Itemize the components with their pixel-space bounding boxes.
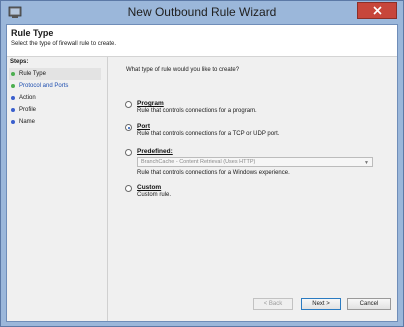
predefined-radio[interactable] [125, 149, 132, 156]
step-status-dot-icon [11, 72, 15, 76]
predefined-rule-select[interactable]: BranchCache - Content Retrieval (Uses HT… [137, 157, 373, 167]
wizard-footer: < Back Next > Cancel [107, 293, 397, 321]
step-rule-type[interactable]: Rule Type [9, 68, 101, 80]
program-description: Rule that controls connections for a pro… [137, 108, 257, 114]
back-button[interactable]: < Back [253, 298, 293, 310]
port-description: Rule that controls connections for a TCP… [137, 131, 280, 137]
page-description: Select the type of firewall rule to crea… [11, 41, 117, 47]
title-bar[interactable]: New Outbound Rule Wizard [1, 1, 403, 25]
step-name[interactable]: Name [9, 116, 101, 128]
step-status-dot-icon [11, 108, 15, 112]
wizard-window: New Outbound Rule Wizard Rule Type Selec… [0, 0, 404, 327]
close-button[interactable] [357, 2, 397, 19]
step-label: Rule Type [19, 71, 46, 77]
step-protocol-and-ports[interactable]: Protocol and Ports [9, 80, 101, 92]
predefined-label[interactable]: Predefined: [137, 148, 173, 155]
rule-type-panel: What type of rule would you like to crea… [107, 57, 397, 321]
step-label: Action [19, 95, 36, 101]
step-status-dot-icon [11, 120, 15, 124]
window-title: New Outbound Rule Wizard [127, 5, 277, 19]
chevron-down-icon: ▼ [364, 160, 369, 166]
custom-description: Custom rule. [137, 192, 172, 198]
step-action[interactable]: Action [9, 92, 101, 104]
step-status-dot-icon [11, 84, 15, 88]
next-button[interactable]: Next > [301, 298, 341, 310]
cancel-button[interactable]: Cancel [347, 298, 391, 310]
step-status-dot-icon [11, 96, 15, 100]
custom-label[interactable]: Custom [137, 184, 161, 191]
steps-label: Steps: [10, 59, 29, 65]
wizard-client-area: Rule Type Select the type of firewall ru… [6, 24, 398, 322]
step-label: Protocol and Ports [19, 83, 69, 89]
step-label: Name [19, 119, 36, 125]
close-icon [372, 6, 382, 15]
steps-panel: Steps: Rule Type Protocol and Ports Acti… [7, 57, 106, 321]
program-radio[interactable] [125, 101, 132, 108]
rule-type-question: What type of rule would you like to crea… [126, 67, 240, 73]
step-label: Profile [19, 107, 37, 113]
step-profile[interactable]: Profile [9, 104, 101, 116]
custom-radio[interactable] [125, 185, 132, 192]
predefined-select-value: BranchCache - Content Retrieval (Uses HT… [141, 159, 256, 165]
page-title: Rule Type [11, 28, 54, 38]
predefined-description: Rule that controls connections for a Win… [137, 170, 290, 176]
wizard-header: Rule Type Select the type of firewall ru… [7, 25, 397, 57]
port-label[interactable]: Port [137, 123, 150, 130]
program-label[interactable]: Program [137, 100, 164, 107]
port-radio[interactable] [125, 124, 132, 131]
